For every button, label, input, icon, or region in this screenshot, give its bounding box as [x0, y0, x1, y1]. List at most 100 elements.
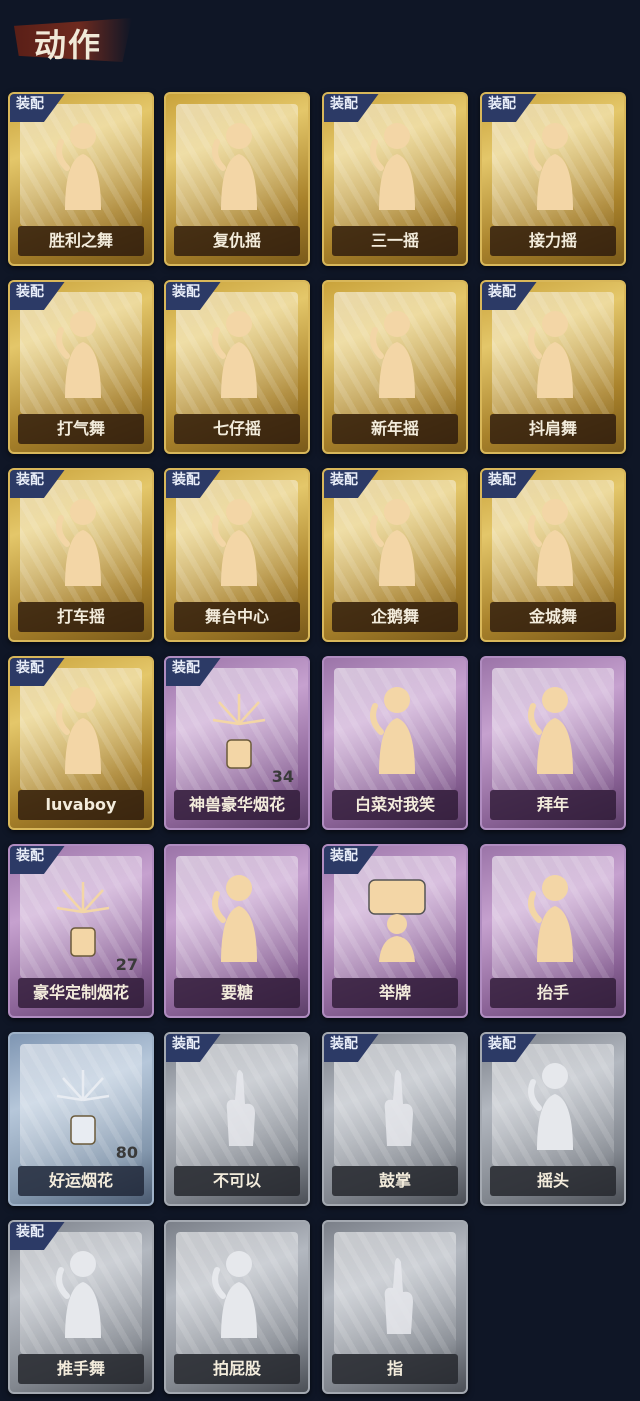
- emote-card[interactable]: 接力摇 装配: [480, 92, 626, 266]
- figure-icon: [528, 875, 573, 962]
- emote-card[interactable]: 舞台中心 装配: [164, 468, 310, 642]
- equipped-tag: 装配: [10, 470, 66, 498]
- emote-label: 拜年: [490, 790, 616, 820]
- emote-label: luvaboy: [18, 790, 144, 820]
- item-count: 80: [115, 1143, 138, 1162]
- emote-label: 要糖: [174, 978, 300, 1008]
- emote-card[interactable]: 胜利之舞 装配: [8, 92, 154, 266]
- firework-icon: [56, 1070, 110, 1145]
- emote-card[interactable]: 三一摇 装配: [322, 92, 468, 266]
- figure-icon: [212, 875, 257, 962]
- emote-card[interactable]: 白菜对我笑: [322, 656, 468, 830]
- emote-card[interactable]: 摇头 装配: [480, 1032, 626, 1206]
- emote-label: 七仔摇: [174, 414, 300, 444]
- emote-label: 摇头: [490, 1166, 616, 1196]
- emote-label: 打车摇: [18, 602, 144, 632]
- emote-label: 抬手: [490, 978, 616, 1008]
- emote-label: 三一摇: [332, 226, 458, 256]
- emote-label: 神兽豪华烟花: [174, 790, 300, 820]
- dance-figure-icon: [212, 311, 257, 398]
- equipped-tag: 装配: [10, 94, 66, 122]
- dance-figure-icon: [370, 687, 415, 774]
- emote-label: 胜利之舞: [18, 226, 144, 256]
- greeting-figure-icon: [528, 687, 573, 774]
- emote-label: 鼓掌: [332, 1166, 458, 1196]
- emote-card[interactable]: 打气舞 装配: [8, 280, 154, 454]
- emote-card[interactable]: 举牌 装配: [322, 844, 468, 1018]
- emote-label: 推手舞: [18, 1354, 144, 1384]
- emote-card[interactable]: 抖肩舞 装配: [480, 280, 626, 454]
- equipped-tag: 装配: [482, 282, 538, 310]
- equipped-tag: 装配: [166, 282, 222, 310]
- dance-figure-icon: [212, 123, 257, 210]
- emote-label: 复仇摇: [174, 226, 300, 256]
- equipped-tag: 装配: [166, 1034, 222, 1062]
- emote-label: 接力摇: [490, 226, 616, 256]
- emote-label: 指: [332, 1354, 458, 1384]
- equipped-tag: 装配: [324, 1034, 380, 1062]
- figure-icon: [56, 1251, 101, 1338]
- sign-figure-icon: [368, 879, 426, 962]
- equipped-tag: 装配: [10, 1222, 66, 1250]
- emote-label: 企鹅舞: [332, 602, 458, 632]
- emote-label: 拍屁股: [174, 1354, 300, 1384]
- emote-card[interactable]: 80 好运烟花: [8, 1032, 154, 1206]
- emote-card[interactable]: 推手舞 装配: [8, 1220, 154, 1394]
- emote-card[interactable]: 拜年: [480, 656, 626, 830]
- emote-label: 打气舞: [18, 414, 144, 444]
- emote-label: 新年摇: [332, 414, 458, 444]
- clap-icon: [384, 1070, 413, 1146]
- emote-label: 舞台中心: [174, 602, 300, 632]
- emote-card[interactable]: luvaboy 装配: [8, 656, 154, 830]
- dance-figure-icon: [528, 123, 573, 210]
- emote-card[interactable]: 打车摇 装配: [8, 468, 154, 642]
- emote-card[interactable]: 27 豪华定制烟花 装配: [8, 844, 154, 1018]
- emote-card[interactable]: 复仇摇: [164, 92, 310, 266]
- dance-figure-icon: [56, 123, 101, 210]
- emote-label: 抖肩舞: [490, 414, 616, 444]
- emote-label: 好运烟花: [18, 1166, 144, 1196]
- emote-card[interactable]: 新年摇: [322, 280, 468, 454]
- emote-grid: 胜利之舞 装配 复仇摇 三一摇 装配 接力摇 装配 打气舞 装配 七仔摇 装配 新年摇 抖肩舞 装配 打车摇…: [0, 0, 640, 1401]
- emote-card[interactable]: 34 神兽豪华烟花 装配: [164, 656, 310, 830]
- emote-card[interactable]: 不可以 装配: [164, 1032, 310, 1206]
- emote-card[interactable]: 指: [322, 1220, 468, 1394]
- equipped-tag: 装配: [324, 94, 380, 122]
- emote-card[interactable]: 七仔摇 装配: [164, 280, 310, 454]
- equipped-tag: 装配: [482, 1034, 538, 1062]
- dance-figure-icon: [56, 687, 101, 774]
- dance-figure-icon: [528, 311, 573, 398]
- emote-card[interactable]: 拍屁股: [164, 1220, 310, 1394]
- emote-label: 白菜对我笑: [332, 790, 458, 820]
- dance-figure-icon: [370, 311, 415, 398]
- equipped-tag: 装配: [166, 658, 222, 686]
- point-icon: [384, 1258, 413, 1334]
- equipped-tag: 装配: [166, 470, 222, 498]
- firework-icon: [56, 882, 110, 957]
- firework-icon: [212, 694, 266, 769]
- item-count: 34: [271, 767, 294, 786]
- emote-card[interactable]: 鼓掌 装配: [322, 1032, 468, 1206]
- dance-figure-icon: [56, 311, 101, 398]
- dance-figure-icon: [370, 123, 415, 210]
- equipped-tag: 装配: [10, 846, 66, 874]
- emote-card[interactable]: 抬手: [480, 844, 626, 1018]
- equipped-tag: 装配: [10, 282, 66, 310]
- equipped-tag: 装配: [324, 470, 380, 498]
- dance-figure-icon: [370, 499, 415, 586]
- equipped-tag: 装配: [482, 94, 538, 122]
- figure-icon: [212, 1251, 257, 1338]
- item-count: 27: [115, 955, 138, 974]
- dance-figure-icon: [528, 499, 573, 586]
- emote-label: 豪华定制烟花: [18, 978, 144, 1008]
- emote-card[interactable]: 企鹅舞 装配: [322, 468, 468, 642]
- emote-card[interactable]: 要糖: [164, 844, 310, 1018]
- emote-label: 举牌: [332, 978, 458, 1008]
- dance-figure-icon: [56, 499, 101, 586]
- figure-icon: [528, 1063, 573, 1150]
- equipped-tag: 装配: [10, 658, 66, 686]
- emote-label: 金城舞: [490, 602, 616, 632]
- emote-card[interactable]: 金城舞 装配: [480, 468, 626, 642]
- emote-label: 不可以: [174, 1166, 300, 1196]
- equipped-tag: 装配: [482, 470, 538, 498]
